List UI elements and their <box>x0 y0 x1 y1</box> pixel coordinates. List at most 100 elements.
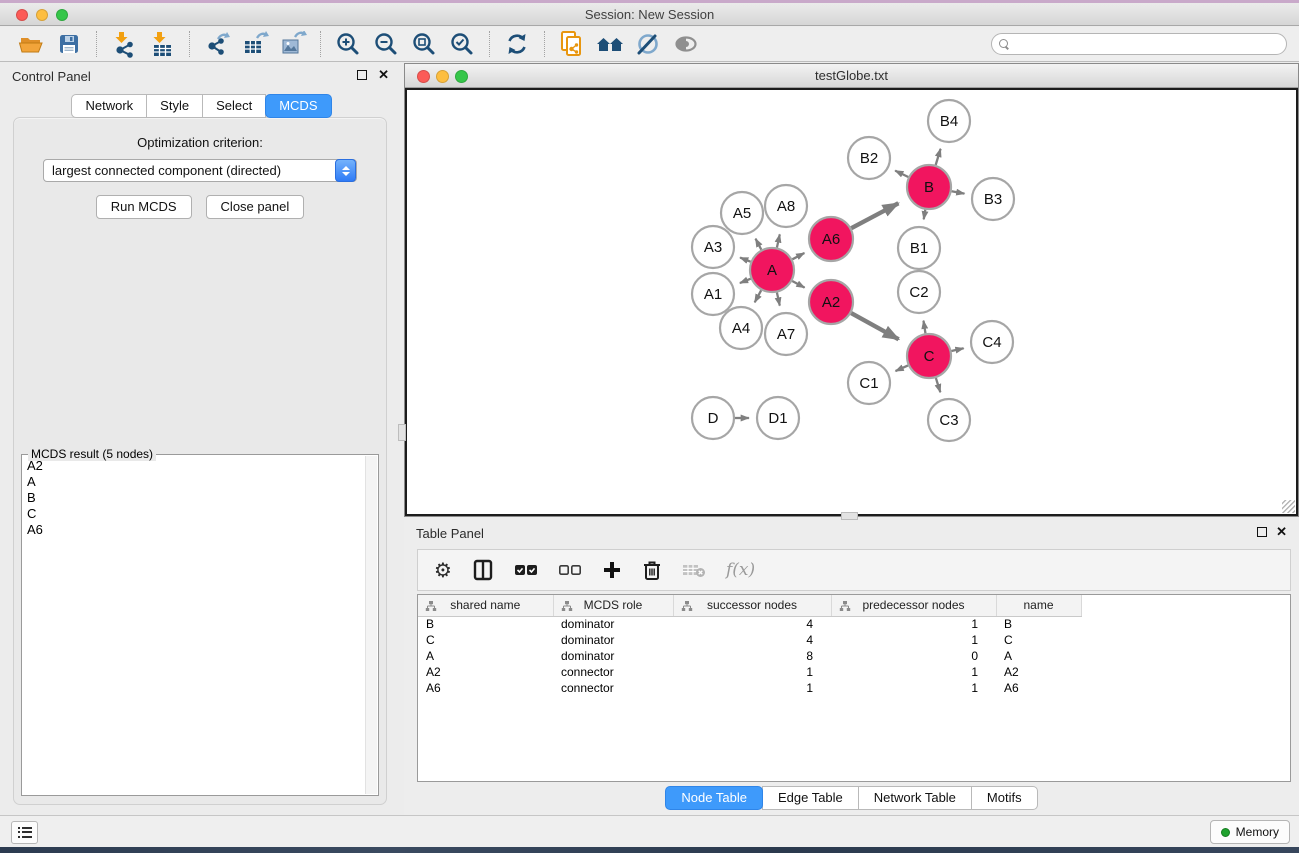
apply-style-icon[interactable] <box>629 29 667 59</box>
minimize-view-button[interactable] <box>436 70 449 83</box>
mcds-result-list[interactable]: A2ABCA6 <box>25 458 364 793</box>
tab-mcds[interactable]: MCDS <box>265 94 331 118</box>
float-panel-icon[interactable] <box>357 70 367 80</box>
table-cell[interactable]: 1 <box>831 616 996 632</box>
close-window-button[interactable] <box>16 9 28 21</box>
node-A4[interactable]: A4 <box>720 307 762 349</box>
search-input[interactable] <box>1014 35 1286 53</box>
table-cell[interactable]: dominator <box>553 616 673 632</box>
table-options-icon[interactable]: ⚙ <box>434 555 452 585</box>
node-A3[interactable]: A3 <box>692 226 734 268</box>
zoom-selected-icon[interactable] <box>443 29 481 59</box>
delete-row-icon[interactable] <box>642 555 662 585</box>
splitter-grip-horizontal[interactable] <box>841 512 858 520</box>
table-cell[interactable]: A <box>996 648 1081 664</box>
node-A[interactable]: A <box>750 248 794 292</box>
table-cell[interactable]: C <box>418 632 553 648</box>
column-header-successor-nodes[interactable]: successor nodes <box>673 595 831 616</box>
zoom-view-button[interactable] <box>455 70 468 83</box>
node-D1[interactable]: D1 <box>757 397 799 439</box>
memory-button[interactable]: Memory <box>1210 820 1290 844</box>
column-header-predecessor-nodes[interactable]: predecessor nodes <box>831 595 996 616</box>
table-cell[interactable]: 1 <box>831 664 996 680</box>
close-panel-icon[interactable]: ✕ <box>1276 525 1287 539</box>
export-image-icon[interactable] <box>274 29 312 59</box>
table-cell[interactable]: A6 <box>996 680 1081 696</box>
table-cell[interactable]: A6 <box>418 680 553 696</box>
edge-C-C2[interactable] <box>923 321 925 334</box>
node-C1[interactable]: C1 <box>848 362 890 404</box>
table-cell[interactable]: 1 <box>831 632 996 648</box>
edge-A6-B[interactable] <box>851 203 898 228</box>
result-item[interactable]: A2 <box>25 458 364 474</box>
edge-B-B4[interactable] <box>936 149 941 165</box>
table-row[interactable]: A2connector11A2 <box>418 664 1290 680</box>
node-A1[interactable]: A1 <box>692 273 734 315</box>
tab-edge-table[interactable]: Edge Table <box>762 786 859 810</box>
edge-A-A5[interactable] <box>756 239 762 250</box>
edge-A-A2[interactable] <box>792 281 804 288</box>
node-A5[interactable]: A5 <box>721 192 763 234</box>
import-table-icon[interactable] <box>143 29 181 59</box>
node-D[interactable]: D <box>692 397 734 439</box>
edge-A2-C[interactable] <box>851 313 898 339</box>
zoom-window-button[interactable] <box>56 9 68 21</box>
function-builder-icon[interactable]: f(x) <box>726 555 755 585</box>
result-item[interactable]: A <box>25 474 364 490</box>
node-B1[interactable]: B1 <box>898 227 940 269</box>
edge-B-B2[interactable] <box>895 171 908 177</box>
node-A2[interactable]: A2 <box>809 280 853 324</box>
tab-select[interactable]: Select <box>202 94 266 118</box>
edge-C-C1[interactable] <box>896 365 909 371</box>
select-all-icon[interactable] <box>514 555 538 585</box>
edge-A-A6[interactable] <box>792 253 804 259</box>
node-C3[interactable]: C3 <box>928 399 970 441</box>
close-panel-icon[interactable]: ✕ <box>378 68 389 82</box>
column-header-shared-name[interactable]: shared name <box>418 595 553 616</box>
close-view-button[interactable] <box>417 70 430 83</box>
task-history-button[interactable] <box>11 821 38 844</box>
edge-A-A4[interactable] <box>755 290 761 302</box>
column-header-MCDS-role[interactable]: MCDS role <box>553 595 673 616</box>
node-A7[interactable]: A7 <box>765 313 807 355</box>
table-cell[interactable]: B <box>996 616 1081 632</box>
node-C4[interactable]: C4 <box>971 321 1013 363</box>
apply-layout-icon[interactable] <box>498 29 536 59</box>
node-B4[interactable]: B4 <box>928 100 970 142</box>
optimization-criterion-select[interactable]: largest connected component (directed) <box>43 159 357 182</box>
show-column-icon[interactable] <box>472 555 494 585</box>
table-row[interactable]: Bdominator41B <box>418 616 1290 632</box>
edge-C-C4[interactable] <box>951 348 963 351</box>
table-row[interactable]: Adominator80A <box>418 648 1290 664</box>
close-panel-button[interactable]: Close panel <box>206 195 305 219</box>
save-session-icon[interactable] <box>50 29 88 59</box>
table-cell[interactable]: B <box>418 616 553 632</box>
delete-table-icon[interactable] <box>682 555 706 585</box>
table-cell[interactable]: connector <box>553 664 673 680</box>
result-item[interactable]: C <box>25 506 364 522</box>
node-B[interactable]: B <box>907 165 951 209</box>
minimize-window-button[interactable] <box>36 9 48 21</box>
tab-network-table[interactable]: Network Table <box>858 786 972 810</box>
result-item[interactable]: B <box>25 490 364 506</box>
table-cell[interactable]: dominator <box>553 632 673 648</box>
open-session-icon[interactable] <box>12 29 50 59</box>
table-cell[interactable]: A2 <box>996 664 1081 680</box>
table-cell[interactable]: connector <box>553 680 673 696</box>
resize-grip-icon[interactable] <box>1282 500 1295 513</box>
table-row[interactable]: A6connector11A6 <box>418 680 1290 696</box>
tab-network[interactable]: Network <box>71 94 147 118</box>
edge-A-A1[interactable] <box>740 279 751 283</box>
export-network-icon[interactable] <box>198 29 236 59</box>
table-cell[interactable]: 1 <box>673 680 831 696</box>
export-table-icon[interactable] <box>236 29 274 59</box>
node-C[interactable]: C <box>907 334 951 378</box>
table-cell[interactable]: 1 <box>673 664 831 680</box>
zoom-in-icon[interactable] <box>329 29 367 59</box>
zoom-out-icon[interactable] <box>367 29 405 59</box>
tab-motifs[interactable]: Motifs <box>971 786 1038 810</box>
splitter-grip-vertical[interactable] <box>398 424 406 441</box>
zoom-fit-icon[interactable] <box>405 29 443 59</box>
edge-A-A8[interactable] <box>777 234 780 247</box>
edge-A-A3[interactable] <box>740 258 750 262</box>
